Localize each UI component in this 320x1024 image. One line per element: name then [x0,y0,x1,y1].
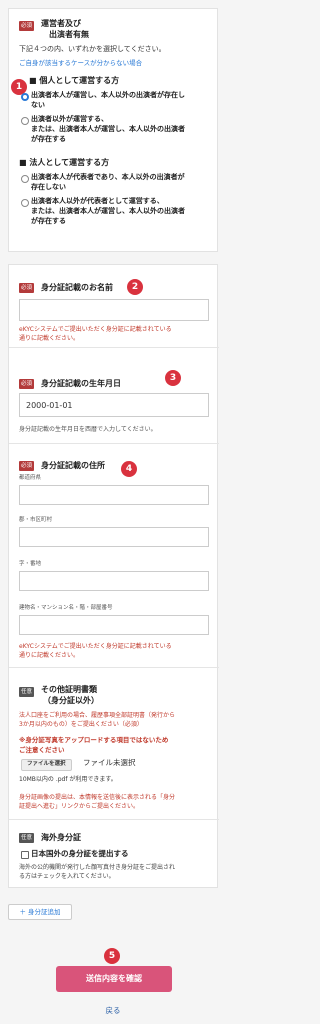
radio-option-3[interactable] [21,175,29,183]
prefecture-label: 都道府県 [19,475,42,481]
required-badge: 必須 [19,461,35,471]
birth-title: 身分証記載の生年月日 [41,379,121,388]
corporate-group-label: 法人として運営する方 [29,158,110,167]
operator-title-line2: 出演者有無 [49,30,89,39]
foreign-id-checkbox[interactable] [21,851,29,859]
other-docs-title-line1: その他証明書類 [41,685,97,694]
birth-note: 身分証記載の生年月日を西暦で入力してください。 [19,426,157,433]
option-3-line1: 出演者本人が代表者であり、本人以外の出演者が [31,173,185,181]
foreign-id-title: 海外身分証 [41,833,81,842]
divider [9,819,219,820]
option-1-text: 出演者本人が運営し、本人以外の出演者が存在し ない [31,90,221,110]
page: 必須 運営者及び 出演者有無 下記４つの内、いずれかを選択してください。 ご自身… [0,0,226,1024]
city-input[interactable] [19,527,209,547]
option-4-text: 出演者本人以外が代表者として運営する、 または、出演者本人が運営し、本人以外の出… [31,196,221,226]
help-link[interactable]: ご自身が該当するケースが分からない場合 [19,59,142,68]
required-badge: 必須 [19,21,35,31]
add-id-button[interactable]: ＋ 身分証追加 [8,904,72,920]
radio-option-1[interactable] [21,93,29,101]
individual-group-label: 個人として運営する方 [39,76,120,85]
operator-title: 運営者及び 出演者有無 [41,18,89,40]
option-4-line3: が存在する [31,217,66,225]
option-2-line1: 出演者以外が運営する、 [31,115,108,123]
option-1-line1: 出演者本人が運営し、本人以外の出演者が存在し [31,91,185,99]
other-docs-note-3: 身分証画像の提出は、本情報を送信後に表示される「身分 証提出へ進む」リンクからご… [19,793,215,811]
name-input[interactable] [19,299,209,321]
submit-button[interactable]: 送信内容を確認 [56,966,172,992]
option-4-line1: 出演者本人以外が代表者として運営する、 [31,197,164,205]
option-2-text: 出演者以外が運営する、 または、出演者本人が運営し、本人以外の出演者 が存在する [31,114,221,144]
street-input[interactable] [19,571,209,591]
name-note: eKYCシステムでご提出いただく身分証に記載されている 通りに記載ください。 [19,325,215,343]
building-label: 建物名・マンション名・階・部屋番号 [19,605,113,611]
foreign-id-checkbox-label[interactable]: 日本国外の身分証を提出する [31,849,129,860]
other-docs-note-1-line1: 法人口座をご利用の場合、履歴事項全部証明書（発行から [19,712,176,719]
name-note-line1: eKYCシステムでご提出いただく身分証に記載されている [19,326,172,333]
street-label: 字・番地 [19,561,42,567]
name-title: 身分証記載のお名前 [41,283,113,292]
building-input[interactable] [19,615,209,635]
foreign-id-note: 海外の公的機関が発行した顔写真付き身分証をご提出され る方はチェックを入れてくだ… [19,863,215,881]
file-note: 10MB以内の .pdf が利用できます。 [19,776,117,783]
step-number-4: 4 [121,461,137,477]
individual-group-title: ■ 個人として運営する方 [29,76,120,85]
required-badge: 必須 [19,379,35,389]
optional-badge: 任意 [19,687,35,697]
back-link[interactable]: 戻る [0,1006,226,1017]
other-docs-note-3-line2: 証提出へ進む」リンクからご提出ください。 [19,803,140,810]
foreign-id-note-line1: 海外の公的機関が発行した顔写真付き身分証をご提出され [19,864,176,871]
required-badge: 必須 [19,283,35,293]
address-title: 身分証記載の住所 [41,461,105,470]
city-label: 郡・市区町村 [19,517,53,523]
birthdate-input[interactable]: 2000-01-01 [19,393,209,417]
radio-option-4[interactable] [21,199,29,207]
address-note-line1: eKYCシステムでご提出いただく身分証に記載されている [19,643,172,650]
operator-card: 必須 運営者及び 出演者有無 下記４つの内、いずれかを選択してください。 ご自身… [8,8,218,252]
other-docs-title-line2: （身分証以外） [43,696,99,705]
operator-desc: 下記４つの内、いずれかを選択してください。 [19,45,166,53]
other-docs-note-1: 法人口座をご利用の場合、履歴事項全部証明書（発行から 3か月以内のもの）をご提出… [19,711,215,729]
name-note-line2: 通りに記載ください。 [19,335,80,342]
other-docs-note-3-line1: 身分証画像の提出は、本情報を送信後に表示される「身分 [19,794,176,801]
other-docs-note-2-line2: ご注意ください [19,746,65,754]
divider [9,667,219,668]
address-note: eKYCシステムでご提出いただく身分証に記載されている 通りに記載ください。 [19,642,215,660]
step-number-2: 2 [127,279,143,295]
step-number-5: 5 [104,948,120,964]
divider [9,347,219,348]
other-docs-note-2-line1: ※身分証写真をアップロードする項目ではないため [19,736,169,744]
file-status: ファイル未選択 [83,758,136,767]
option-2-line2: または、出演者本人が運営し、本人以外の出演者 [31,125,185,133]
foreign-id-note-line2: る方はチェックを入れてください。 [19,873,115,880]
option-2-line3: が存在する [31,135,66,143]
other-docs-note-1-line2: 3か月以内のもの）をご提出ください（必須） [19,721,143,728]
option-3-text: 出演者本人が代表者であり、本人以外の出演者が 存在しない [31,172,221,192]
radio-option-2[interactable] [21,117,29,125]
other-docs-title: その他証明書類 （身分証以外） [41,684,99,706]
divider [9,443,219,444]
option-1-line2: ない [31,101,45,109]
option-3-line2: 存在しない [31,183,66,191]
optional-badge: 任意 [19,833,35,843]
prefecture-input[interactable] [19,485,209,505]
file-select-button[interactable]: ファイルを選択 [21,759,72,771]
operator-title-line1: 運営者及び [41,19,81,28]
option-4-line2: または、出演者本人が運営し、本人以外の出演者 [31,207,185,215]
step-number-3: 3 [165,370,181,386]
corporate-group-title: ■ 法人として運営する方 [19,158,110,167]
other-docs-note-2: ※身分証写真をアップロードする項目ではないため ご注意ください [19,735,215,755]
address-note-line2: 通りに記載ください。 [19,652,80,659]
identity-form-card: 必須 身分証記載のお名前 2 eKYCシステムでご提出いただく身分証に記載されて… [8,264,219,888]
